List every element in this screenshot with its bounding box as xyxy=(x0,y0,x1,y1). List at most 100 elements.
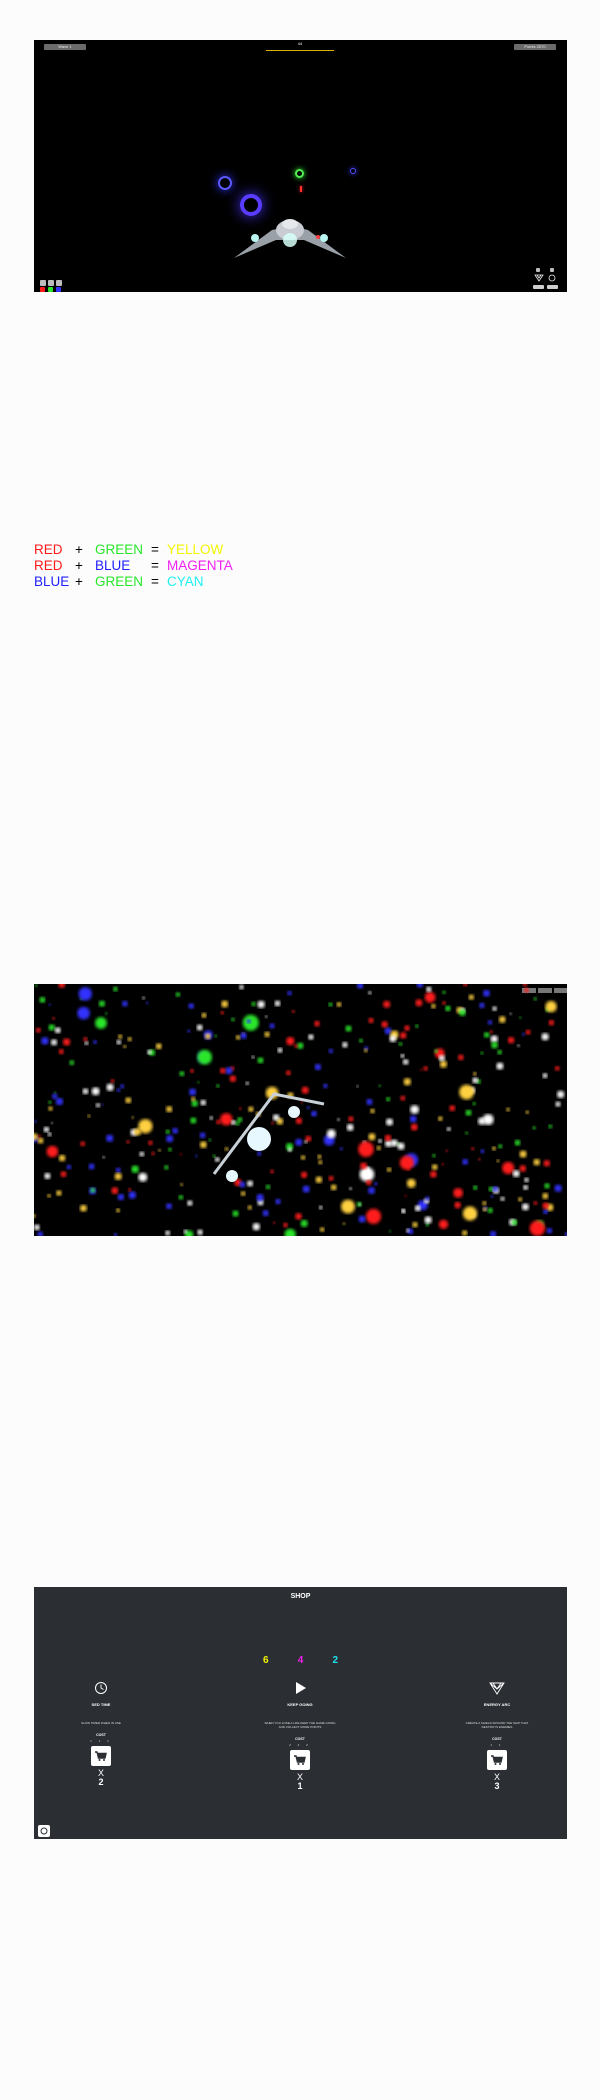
rule-op: + xyxy=(75,542,83,557)
particle xyxy=(390,1139,398,1147)
particle xyxy=(297,1042,304,1049)
color-select-button[interactable] xyxy=(56,280,62,286)
particle xyxy=(459,1009,466,1016)
particle xyxy=(465,1131,469,1135)
particle xyxy=(111,1187,119,1195)
item-cost-values: 2 2 2 xyxy=(289,1743,311,1747)
yellow-count: 6 xyxy=(263,1655,269,1666)
particle xyxy=(420,1068,423,1071)
particle xyxy=(134,1128,142,1136)
energy-arc-icon[interactable] xyxy=(534,274,544,282)
particle xyxy=(314,1020,320,1027)
particle xyxy=(543,1160,551,1167)
particle xyxy=(231,1017,235,1022)
particle xyxy=(239,984,244,990)
particle xyxy=(521,1032,526,1036)
item-cost-values: 1 1 xyxy=(490,1743,504,1747)
particle xyxy=(482,1201,487,1206)
particle xyxy=(445,1149,448,1152)
particle xyxy=(441,1163,445,1166)
buy-button[interactable] xyxy=(290,1750,310,1770)
particle xyxy=(388,1229,392,1233)
back-button[interactable] xyxy=(38,1825,50,1837)
rule-r: MAGENTA xyxy=(167,558,233,573)
blue-orb xyxy=(350,168,356,174)
rule-row: BLUE + GREEN = CYAN xyxy=(34,574,334,590)
particle xyxy=(272,1221,276,1224)
particle xyxy=(409,1115,417,1123)
particle xyxy=(381,1021,388,1028)
particle xyxy=(77,1006,90,1020)
item-quantity: 3 xyxy=(494,1781,500,1791)
particle xyxy=(480,1149,485,1154)
particle xyxy=(131,1165,139,1173)
shop-item-energy-arc: ENERGY ARC CREATE A SHIELD AROUND THE SH… xyxy=(437,1681,557,1791)
particle xyxy=(439,1060,447,1068)
particle xyxy=(214,1034,218,1038)
green-color-button[interactable] xyxy=(48,287,53,292)
particle xyxy=(238,1107,242,1110)
particle xyxy=(82,1088,89,1095)
particle xyxy=(95,1017,107,1029)
particle xyxy=(232,1210,239,1217)
particle xyxy=(295,1138,303,1146)
particle xyxy=(56,1190,62,1196)
blue-color-button[interactable] xyxy=(56,287,61,292)
particle xyxy=(491,1146,496,1151)
particle xyxy=(502,1161,515,1175)
ability-button[interactable] xyxy=(550,268,554,272)
particle xyxy=(35,1027,41,1033)
particle xyxy=(406,1228,410,1233)
particle xyxy=(128,1188,132,1192)
ability-count xyxy=(547,285,558,289)
particle xyxy=(404,1194,407,1197)
particle xyxy=(514,1139,521,1146)
particle xyxy=(424,1216,432,1224)
particle xyxy=(529,1220,546,1236)
particle xyxy=(533,1158,540,1166)
item-title: SED TIME xyxy=(91,1702,111,1707)
particle xyxy=(383,1000,391,1008)
particle xyxy=(264,1015,268,1018)
cart-icon xyxy=(491,1755,503,1765)
particle xyxy=(246,1019,251,1024)
particle xyxy=(106,1083,114,1091)
rule-b: GREEN xyxy=(95,574,144,589)
particle xyxy=(319,1227,325,1232)
particle xyxy=(430,1170,437,1178)
color-select-button[interactable] xyxy=(48,280,54,286)
red-color-button[interactable] xyxy=(40,287,45,292)
particle xyxy=(512,1170,520,1178)
particle xyxy=(339,1147,343,1151)
particle xyxy=(116,1208,121,1213)
blue-orb xyxy=(218,176,232,190)
particle xyxy=(403,1078,411,1086)
ability-button[interactable] xyxy=(536,268,540,272)
particle xyxy=(277,1047,283,1053)
particle xyxy=(224,1147,229,1151)
rule-b: GREEN xyxy=(95,542,144,557)
particle xyxy=(463,984,468,987)
particle xyxy=(48,1024,55,1031)
particle xyxy=(323,1083,328,1089)
particle xyxy=(404,1025,410,1031)
particle xyxy=(311,1112,315,1116)
particle xyxy=(179,1153,182,1156)
particle xyxy=(287,990,292,996)
magenta-count: 4 xyxy=(297,1655,304,1666)
particle xyxy=(543,1209,548,1215)
particle xyxy=(542,1202,549,1210)
buy-button[interactable] xyxy=(91,1746,111,1766)
particle xyxy=(106,1134,114,1142)
particle xyxy=(302,1185,310,1193)
game-viewport: Wave 1 44 Points 2570 xyxy=(34,40,567,292)
particle xyxy=(465,1109,472,1116)
particle xyxy=(304,1140,308,1144)
particle xyxy=(235,1035,241,1040)
particle xyxy=(356,1085,359,1088)
clock-icon[interactable] xyxy=(548,274,556,282)
buy-button[interactable] xyxy=(487,1750,507,1770)
particle xyxy=(542,1193,549,1199)
particle xyxy=(462,1158,469,1165)
color-select-button[interactable] xyxy=(40,280,46,286)
